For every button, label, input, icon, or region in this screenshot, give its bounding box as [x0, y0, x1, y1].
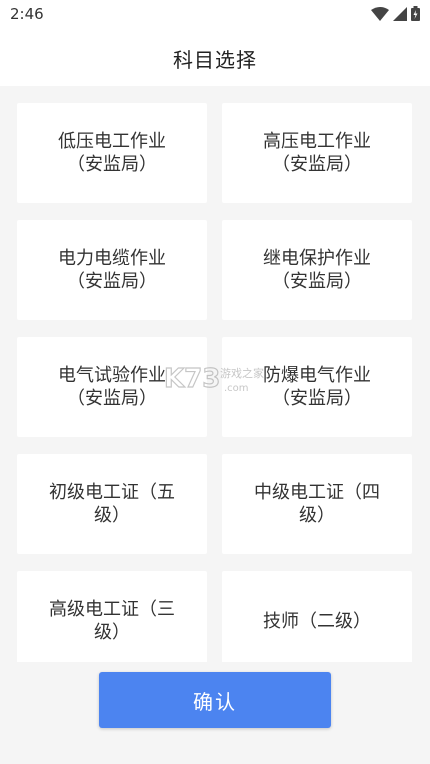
- subject-card-line2: （安监局）: [67, 154, 157, 175]
- subject-card-line1: 电气试验作业: [58, 365, 166, 386]
- subject-card-line1: 电力电缆作业: [58, 248, 166, 269]
- subject-card-line1: 继电保护作业: [263, 248, 371, 269]
- subject-card-intermediate-electrician[interactable]: 中级电工证（四 级）: [222, 454, 412, 554]
- subject-card-line1: 初级电工证（五: [49, 482, 175, 503]
- subject-card-line1: 低压电工作业: [58, 131, 166, 152]
- status-icons: [371, 5, 420, 25]
- subject-card-line1: 高级电工证（三: [49, 599, 175, 620]
- confirm-button[interactable]: 确认: [99, 672, 331, 728]
- subject-card-line2: （安监局）: [272, 271, 362, 292]
- subject-card-line2: 级）: [299, 505, 335, 526]
- status-bar: 2:46: [0, 0, 430, 30]
- signal-icon: [393, 6, 407, 25]
- subject-card-line1: 防爆电气作业: [263, 365, 371, 386]
- subject-card-line2: （安监局）: [272, 154, 362, 175]
- battery-icon: [411, 5, 420, 25]
- subject-card-line1: 高压电工作业: [263, 131, 371, 152]
- status-time: 2:46: [10, 5, 44, 23]
- subject-card-line2: （安监局）: [67, 271, 157, 292]
- header: 科目选择: [0, 30, 430, 86]
- subject-card-power-cable[interactable]: 电力电缆作业 （安监局）: [17, 220, 207, 320]
- subject-card-junior-electrician[interactable]: 初级电工证（五 级）: [17, 454, 207, 554]
- subject-card-line2: （安监局）: [67, 388, 157, 409]
- subject-grid: 低压电工作业 （安监局） 高压电工作业 （安监局） 电力电缆作业 （安监局） 继电保护…: [0, 86, 430, 662]
- subject-card-high-voltage[interactable]: 高压电工作业 （安监局）: [222, 103, 412, 203]
- subject-card-line1: 技师（二级）: [263, 610, 371, 632]
- subject-card-low-voltage[interactable]: 低压电工作业 （安监局）: [17, 103, 207, 203]
- subject-card-senior-electrician[interactable]: 高级电工证（三 级）: [17, 571, 207, 662]
- subject-card-explosion-proof[interactable]: 防爆电气作业 （安监局）: [222, 337, 412, 437]
- subject-card-technician[interactable]: 技师（二级）: [222, 571, 412, 662]
- subject-card-relay-protection[interactable]: 继电保护作业 （安监局）: [222, 220, 412, 320]
- subject-card-line1: 中级电工证（四: [254, 482, 380, 503]
- subject-card-line2: 级）: [94, 505, 130, 526]
- subject-card-line2: 级）: [94, 622, 130, 643]
- wifi-icon: [371, 6, 389, 25]
- page-title: 科目选择: [173, 47, 257, 72]
- subject-card-electrical-test[interactable]: 电气试验作业 （安监局）: [17, 337, 207, 437]
- subject-card-line2: （安监局）: [272, 388, 362, 409]
